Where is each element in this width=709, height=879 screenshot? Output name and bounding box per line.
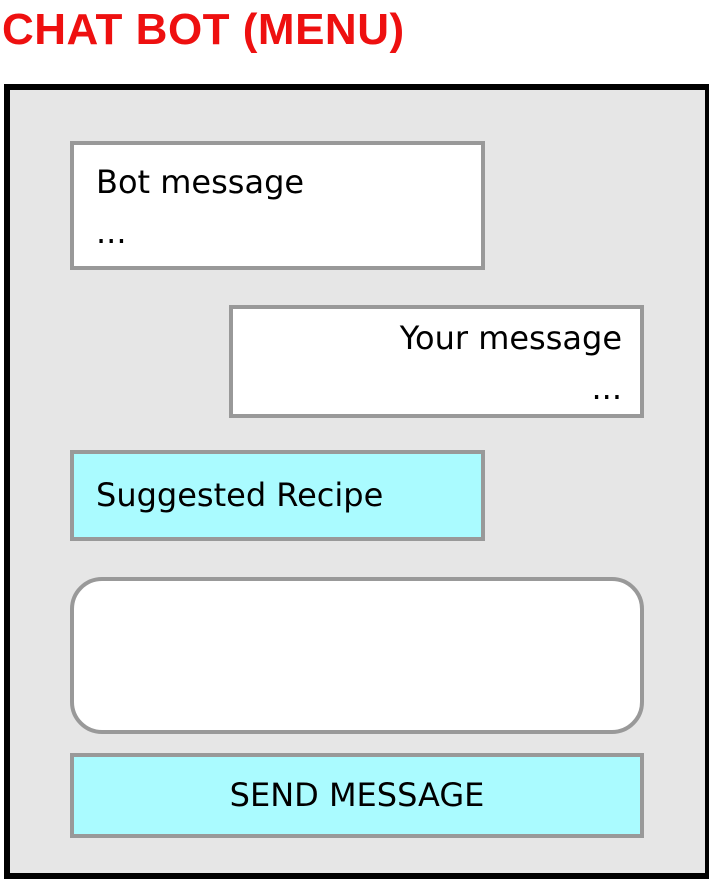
user-message-ellipsis: ... xyxy=(591,369,622,407)
suggested-recipe-button[interactable]: Suggested Recipe xyxy=(70,450,485,541)
bot-message-bubble: Bot message ... xyxy=(70,141,485,270)
user-message-bubble: Your message ... xyxy=(229,305,644,418)
user-message-text: Your message xyxy=(399,319,622,357)
chat-window: Bot message ... Your message ... Suggest… xyxy=(4,84,709,879)
message-input[interactable] xyxy=(70,577,644,734)
bot-message-text: Bot message xyxy=(96,163,305,201)
send-message-button[interactable]: SEND MESSAGE xyxy=(70,753,644,838)
bot-message-ellipsis: ... xyxy=(96,213,127,251)
page-title: CHAT BOT (MENU) xyxy=(2,5,405,54)
